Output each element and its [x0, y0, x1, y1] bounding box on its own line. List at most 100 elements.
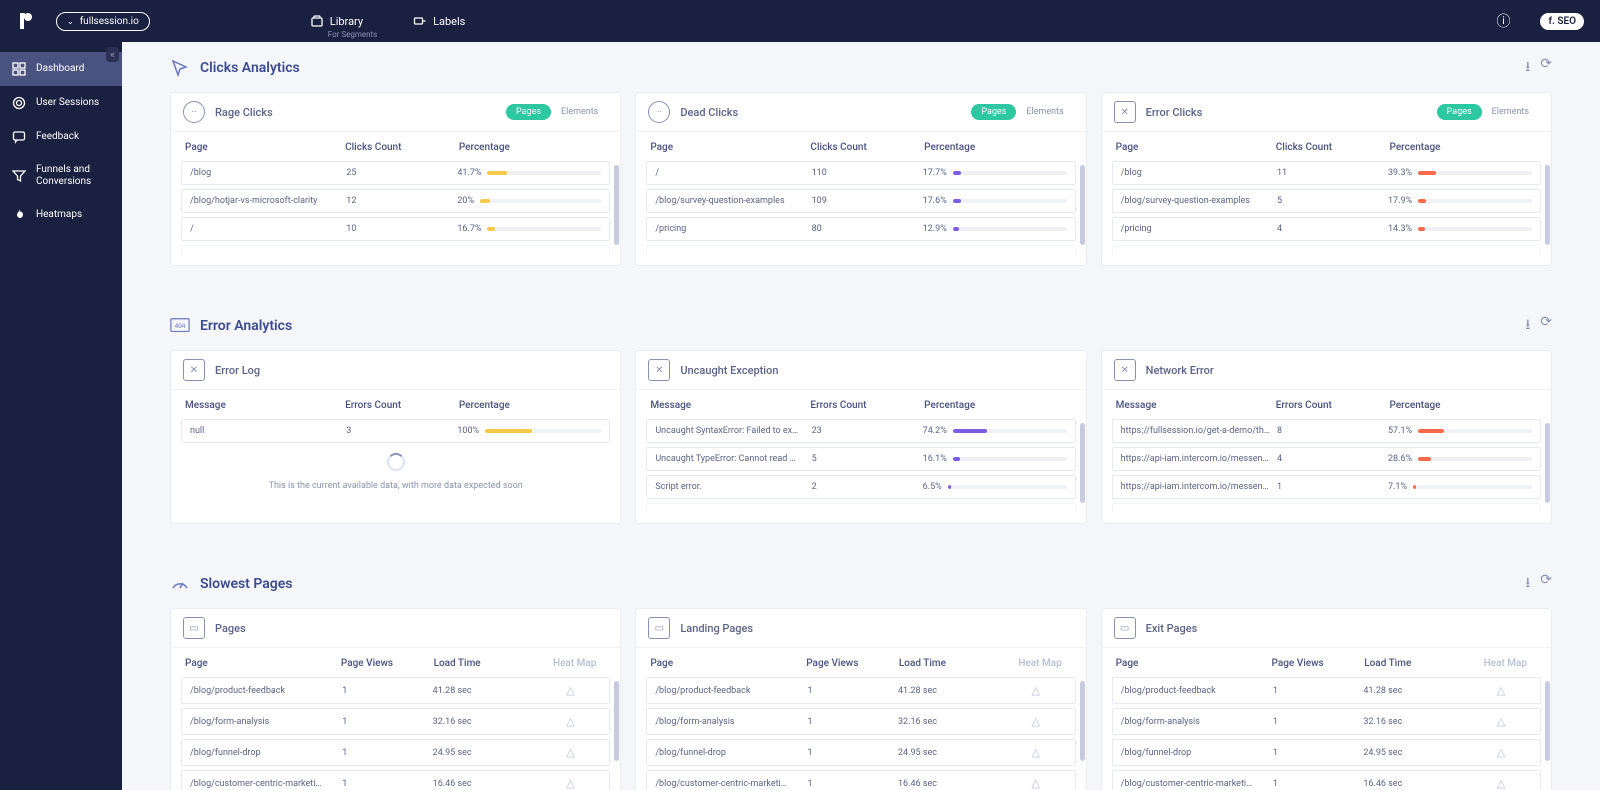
table-row[interactable]: /blog/customer-centric-marketi… 1 16.46 …: [181, 770, 610, 790]
card-title: Pages: [215, 622, 246, 635]
table-row[interactable]: /blog/product-feedback 1 41.28 sec △: [646, 677, 1075, 704]
scrollbar[interactable]: [1080, 165, 1085, 245]
sidebar-collapse[interactable]: «: [106, 47, 119, 62]
table-row[interactable]: /blog/product-feedback 1 41.28 sec △: [181, 677, 610, 704]
heatmap-icon[interactable]: △: [566, 715, 574, 728]
tab-elements[interactable]: Elements: [1482, 104, 1539, 120]
heatmap-icon[interactable]: △: [1032, 746, 1040, 759]
cell-count: 23: [812, 426, 923, 436]
table-row[interactable]: https://api-iam.intercom.io/messen… 1 7.…: [1112, 475, 1541, 499]
table-row[interactable]: [1112, 245, 1541, 255]
scrollbar[interactable]: [1080, 681, 1085, 761]
sidebar-item-user-sessions[interactable]: User Sessions: [0, 86, 122, 120]
card-title: Landing Pages: [680, 622, 753, 635]
table-row[interactable]: [1112, 503, 1541, 513]
table-row[interactable]: /blog/hotjar-vs-microsoft-clarity 12 20%: [181, 189, 610, 213]
refresh-icon[interactable]: ⟳: [1540, 56, 1552, 80]
heatmap-icon[interactable]: △: [1032, 684, 1040, 697]
table-row[interactable]: Uncaught TypeError: Cannot read … 5 16.1…: [646, 447, 1075, 471]
table-row[interactable]: Script error. 2 6.5%: [646, 475, 1075, 499]
sidebar-item-feedback[interactable]: Feedback: [0, 120, 122, 154]
scrollbar[interactable]: [1545, 681, 1550, 761]
scrollbar[interactable]: [614, 681, 619, 761]
cell-load-time: 32.16 sec: [898, 717, 1005, 727]
nav-library[interactable]: Library For Segments: [310, 14, 363, 28]
scrollbar[interactable]: [1545, 423, 1550, 503]
table-row[interactable]: /blog/form-analysis 1 32.16 sec △: [646, 708, 1075, 735]
table-row[interactable]: /blog/survey-question-examples 5 17.9%: [1112, 189, 1541, 213]
heatmap-icon[interactable]: △: [1032, 715, 1040, 728]
sidebar-item-dashboard[interactable]: Dashboard: [0, 52, 122, 86]
tab-pages[interactable]: Pages: [506, 104, 551, 120]
info-icon[interactable]: ⓘ: [1496, 11, 1510, 31]
table-row[interactable]: /blog/funnel-drop 1 24.95 sec △: [646, 739, 1075, 766]
heatmap-icon[interactable]: △: [566, 746, 574, 759]
table-row[interactable]: /blog 11 39.3%: [1112, 161, 1541, 185]
table-row[interactable]: /pricing 80 12.9%: [646, 217, 1075, 241]
download-icon[interactable]: ⭳: [1525, 56, 1530, 80]
table-row[interactable]: [646, 503, 1075, 513]
table-row[interactable]: /blog/survey-question-examples 109 17.6%: [646, 189, 1075, 213]
card-title: Exit Pages: [1146, 622, 1198, 635]
table-row[interactable]: [646, 245, 1075, 255]
card-header: ▭ Exit Pages: [1102, 609, 1551, 648]
heatmap-icon[interactable]: △: [566, 777, 574, 790]
table-row[interactable]: /pricing 4 14.3%: [1112, 217, 1541, 241]
table-header: Message Errors Count Percentage: [171, 390, 620, 419]
section-error-analytics: 404 Error Analytics ⭳ ⟳ ✕ Error Log Mess…: [170, 314, 1552, 524]
refresh-icon[interactable]: ⟳: [1540, 314, 1552, 338]
tab-elements[interactable]: Elements: [551, 104, 608, 120]
cell-views: 1: [1273, 717, 1363, 727]
user-badge[interactable]: f. SEO: [1540, 13, 1584, 30]
table-row[interactable]: /blog/funnel-drop 1 24.95 sec △: [181, 739, 610, 766]
table-row[interactable]: /blog/form-analysis 1 32.16 sec △: [1112, 708, 1541, 735]
table-row[interactable]: /blog/customer-centric-marketi… 1 16.46 …: [1112, 770, 1541, 790]
table-row[interactable]: /blog/product-feedback 1 41.28 sec △: [1112, 677, 1541, 704]
cell-count: 8: [1277, 426, 1388, 436]
table-row[interactable]: / 10 16.7%: [181, 217, 610, 241]
heatmap-icon[interactable]: △: [1497, 746, 1505, 759]
tab-elements[interactable]: Elements: [1016, 104, 1073, 120]
sidebar-item-funnels-and-conversions[interactable]: Funnels and Conversions: [0, 154, 122, 198]
page-icon: ▭: [1114, 617, 1136, 639]
cell-page: /blog/form-analysis: [1121, 717, 1273, 727]
heatmap-icon[interactable]: △: [1032, 777, 1040, 790]
nav-labels[interactable]: Labels: [413, 14, 465, 28]
cell-label: Uncaught SyntaxError: Failed to ex…: [655, 426, 811, 436]
table-row[interactable]: Uncaught SyntaxError: Failed to ex… 23 7…: [646, 419, 1075, 443]
cell-label: Uncaught TypeError: Cannot read …: [655, 454, 811, 464]
heatmap-icon[interactable]: △: [566, 684, 574, 697]
heatmap-icon[interactable]: △: [1497, 715, 1505, 728]
table-row[interactable]: /blog/form-analysis 1 32.16 sec △: [181, 708, 610, 735]
sidebar-item-label: Funnels and Conversions: [36, 164, 110, 188]
table-row[interactable]: /blog/funnel-drop 1 24.95 sec △: [1112, 739, 1541, 766]
section-slowest-pages: Slowest Pages ⭳ ⟳ ▭ Pages Page Page View…: [170, 572, 1552, 790]
refresh-icon[interactable]: ⟳: [1540, 572, 1552, 596]
table-row[interactable]: /blog 25 41.7%: [181, 161, 610, 185]
table-row[interactable]: https://api-iam.intercom.io/messen… 4 28…: [1112, 447, 1541, 471]
download-icon[interactable]: ⭳: [1525, 314, 1530, 338]
section-actions: ⭳ ⟳: [1525, 572, 1552, 596]
scrollbar[interactable]: [1545, 165, 1550, 245]
domain-selector[interactable]: ⌄ fullsession.io: [56, 12, 150, 31]
table-row[interactable]: [181, 245, 610, 255]
cell-views: 1: [342, 748, 432, 758]
scrollbar[interactable]: [614, 165, 619, 245]
cell-label: /blog: [1121, 168, 1277, 178]
scrollbar[interactable]: [1080, 423, 1085, 503]
cell-page: /blog/funnel-drop: [655, 748, 807, 758]
table-row[interactable]: null 3 100%: [181, 419, 610, 443]
table-row[interactable]: / 110 17.7%: [646, 161, 1075, 185]
tag-icon: [413, 14, 427, 28]
table-row[interactable]: https://fullsession.io/get-a-demo/th… 8 …: [1112, 419, 1541, 443]
download-icon[interactable]: ⭳: [1525, 572, 1530, 596]
heatmap-icon[interactable]: △: [1497, 777, 1505, 790]
cell-count: 5: [1277, 196, 1388, 206]
cell-pct: 16.7%: [457, 224, 601, 234]
table-row[interactable]: /blog/customer-centric-marketi… 1 16.46 …: [646, 770, 1075, 790]
tab-pages[interactable]: Pages: [1437, 104, 1482, 120]
sidebar-item-heatmaps[interactable]: Heatmaps: [0, 198, 122, 232]
tab-pages[interactable]: Pages: [971, 104, 1016, 120]
heatmap-icon[interactable]: △: [1497, 684, 1505, 697]
cell-load-time: 24.95 sec: [1363, 748, 1470, 758]
